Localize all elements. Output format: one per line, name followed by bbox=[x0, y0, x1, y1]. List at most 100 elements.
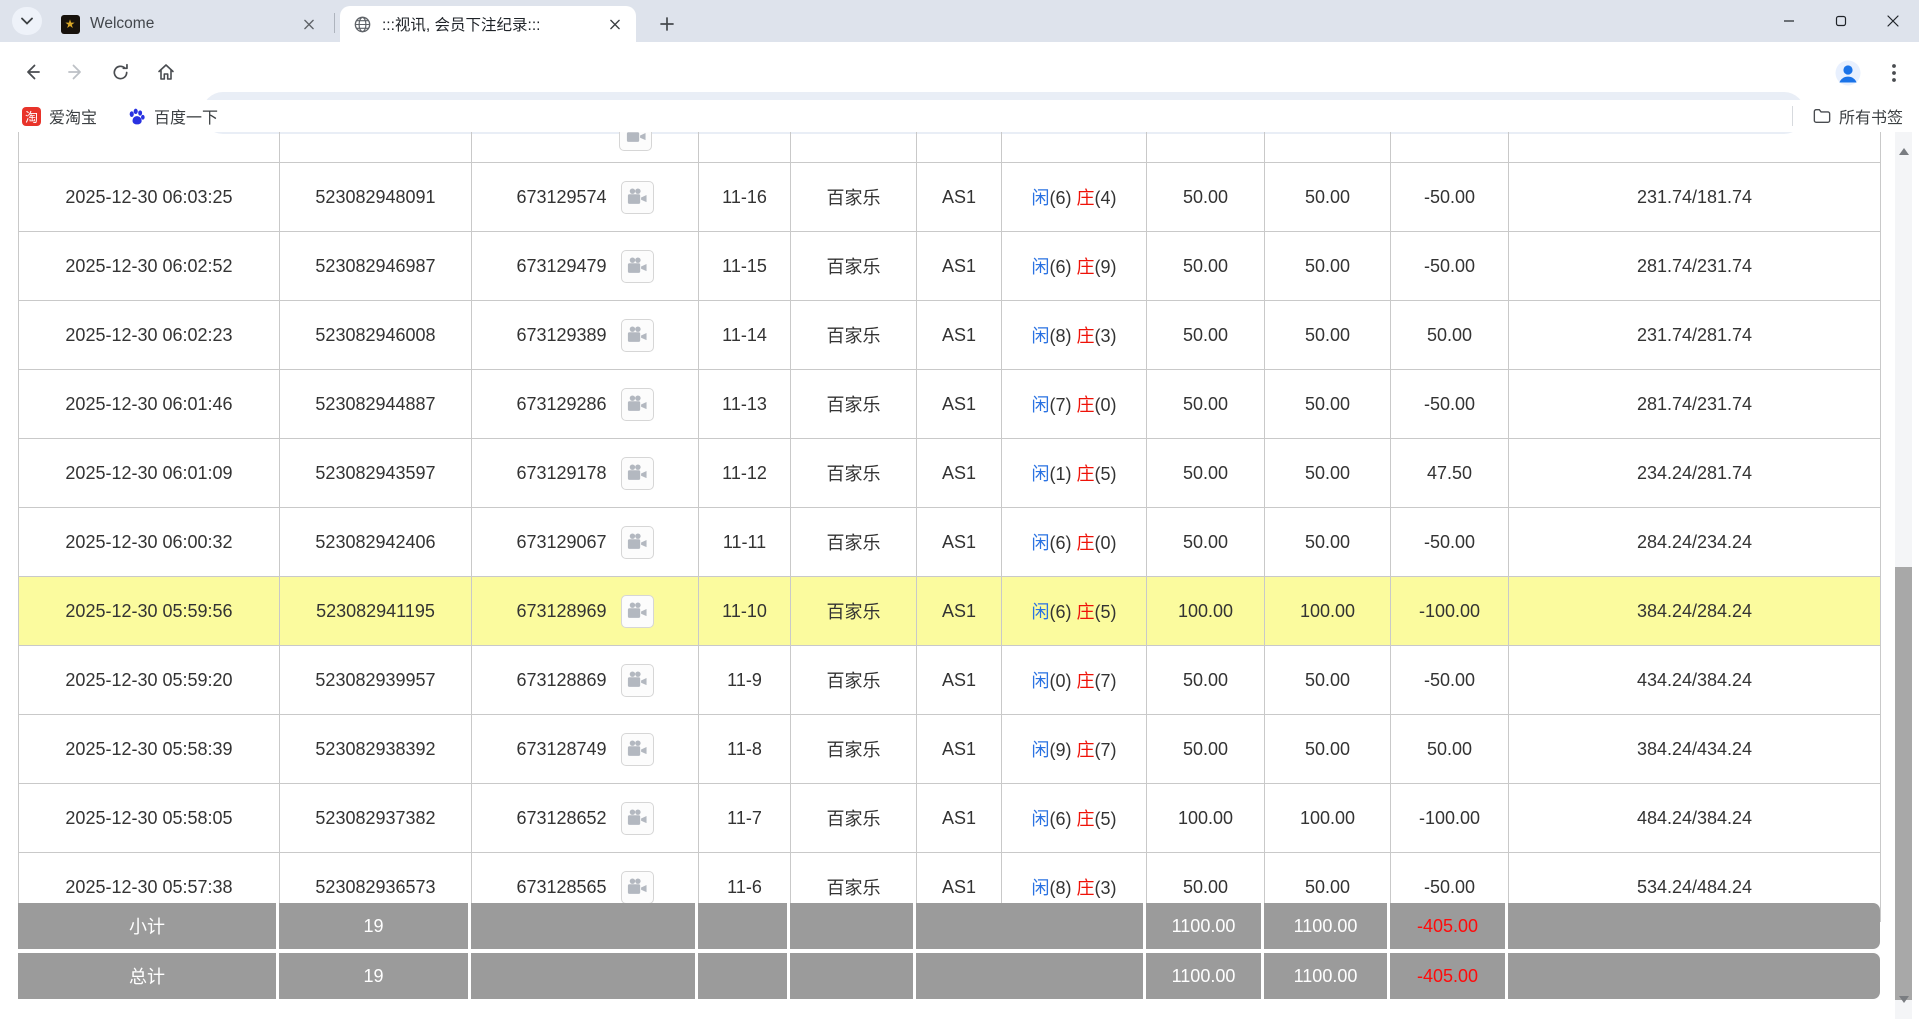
tab-betrecord[interactable]: :::视讯, 会员下注纪录::: bbox=[340, 6, 636, 42]
replay-video-button[interactable] bbox=[621, 181, 654, 214]
tab-close-icon[interactable] bbox=[604, 13, 626, 35]
game-number-text: 673129067 bbox=[516, 532, 606, 553]
banker-label: 庄 bbox=[1077, 257, 1095, 277]
bet-time: 2025-12-30 05:59:56 bbox=[19, 577, 280, 646]
tab-welcome[interactable]: ★ Welcome bbox=[48, 6, 330, 42]
replay-video-button[interactable] bbox=[619, 132, 652, 151]
bet-amount: 50.00 bbox=[1147, 301, 1265, 370]
bet-amount: 100.00 bbox=[1147, 784, 1265, 853]
partial-row-cell bbox=[1391, 132, 1509, 163]
scroll-down-icon[interactable] bbox=[1895, 1002, 1912, 1019]
maximize-icon[interactable] bbox=[1815, 0, 1867, 42]
bet-id: 523082937382 bbox=[280, 784, 472, 853]
game-number-text: 673129574 bbox=[516, 187, 606, 208]
bet-id: 523082942406 bbox=[280, 508, 472, 577]
replay-video-icon bbox=[625, 132, 647, 145]
replay-video-button[interactable] bbox=[621, 457, 654, 490]
round-number: 11-12 bbox=[699, 439, 791, 508]
valid-amount: 50.00 bbox=[1265, 232, 1391, 301]
scroll-up-icon[interactable] bbox=[1895, 132, 1912, 149]
banker-points: (5) bbox=[1095, 602, 1117, 622]
bet-row-highlighted: 2025-12-30 05:59:56523082941195673128969… bbox=[19, 577, 1881, 646]
game-name: 百家乐 bbox=[791, 370, 917, 439]
back-button[interactable] bbox=[14, 54, 50, 90]
bet-row: 2025-12-30 06:03:25523082948091673129574… bbox=[19, 163, 1881, 232]
replay-video-button[interactable] bbox=[621, 595, 654, 628]
new-tab-button[interactable] bbox=[652, 9, 682, 39]
bet-detail: 闲(8) 庄(3) bbox=[1002, 301, 1147, 370]
browser-menu-icon[interactable] bbox=[1876, 55, 1912, 91]
replay-video-button[interactable] bbox=[621, 733, 654, 766]
bookmark-aitaobao[interactable]: 淘 爱淘宝 bbox=[14, 101, 105, 131]
bet-detail: 闲(6) 庄(9) bbox=[1002, 232, 1147, 301]
scrollbar-thumb[interactable] bbox=[1895, 567, 1912, 1000]
game-name: 百家乐 bbox=[791, 163, 917, 232]
player-points: (8) bbox=[1050, 878, 1077, 898]
subtotal-empty bbox=[916, 903, 1146, 949]
forward-button[interactable] bbox=[58, 54, 94, 90]
banker-label: 庄 bbox=[1077, 533, 1095, 553]
bet-table-body: 2025-12-30 06:03:25523082948091673129574… bbox=[19, 132, 1881, 922]
bet-id: 523082943597 bbox=[280, 439, 472, 508]
replay-video-button[interactable] bbox=[621, 319, 654, 352]
bet-time: 2025-12-30 06:02:23 bbox=[19, 301, 280, 370]
minimize-icon[interactable] bbox=[1763, 0, 1815, 42]
banker-label: 庄 bbox=[1077, 326, 1095, 346]
balance: 231.74/281.74 bbox=[1509, 301, 1881, 370]
valid-amount: 50.00 bbox=[1265, 715, 1391, 784]
replay-video-button[interactable] bbox=[621, 802, 654, 835]
profile-avatar-icon[interactable] bbox=[1828, 53, 1868, 93]
player-points: (9) bbox=[1050, 740, 1077, 760]
replay-video-button[interactable] bbox=[621, 526, 654, 559]
bet-time: 2025-12-30 06:01:09 bbox=[19, 439, 280, 508]
table-number: AS1 bbox=[917, 508, 1002, 577]
back-arrow-icon bbox=[22, 62, 42, 82]
bet-amount: 50.00 bbox=[1147, 508, 1265, 577]
subtotal-valid-amount: 1100.00 bbox=[1264, 903, 1390, 949]
bookmarks-separator bbox=[1792, 106, 1793, 126]
valid-amount: 50.00 bbox=[1265, 439, 1391, 508]
replay-video-button[interactable] bbox=[621, 664, 654, 697]
banker-points: (3) bbox=[1095, 878, 1117, 898]
tab-close-icon[interactable] bbox=[298, 13, 320, 35]
partial-row-cell bbox=[472, 132, 699, 163]
globe-icon bbox=[352, 14, 372, 34]
win-loss: -50.00 bbox=[1391, 232, 1509, 301]
bet-row: 2025-12-30 06:01:09523082943597673129178… bbox=[19, 439, 1881, 508]
player-label: 闲 bbox=[1032, 878, 1050, 898]
game-number-text: 673128969 bbox=[516, 601, 606, 622]
vertical-scrollbar[interactable] bbox=[1895, 132, 1912, 1019]
home-button[interactable] bbox=[148, 54, 184, 90]
banker-label: 庄 bbox=[1077, 671, 1095, 691]
partial-row-cell bbox=[1509, 132, 1881, 163]
tab-search-button[interactable] bbox=[12, 7, 42, 35]
valid-amount: 50.00 bbox=[1265, 163, 1391, 232]
partial-row-cell bbox=[917, 132, 1002, 163]
game-name: 百家乐 bbox=[791, 577, 917, 646]
game-number: 673129479 bbox=[472, 232, 699, 301]
replay-video-button[interactable] bbox=[621, 250, 654, 283]
bet-id: 523082938392 bbox=[280, 715, 472, 784]
balance: 281.74/231.74 bbox=[1509, 370, 1881, 439]
browser-toolbar: videoie.com/ipl/portal.php/game/betrecor… bbox=[0, 42, 1919, 100]
subtotal-count: 19 bbox=[279, 903, 471, 949]
bookmark-baidu[interactable]: 百度一下 bbox=[119, 101, 226, 131]
subtotal-empty bbox=[471, 903, 698, 949]
game-name: 百家乐 bbox=[791, 508, 917, 577]
all-bookmarks-button[interactable]: 所有书签 bbox=[1805, 101, 1911, 131]
reload-button[interactable] bbox=[102, 54, 138, 90]
close-window-icon[interactable] bbox=[1867, 0, 1919, 42]
player-points: (6) bbox=[1050, 602, 1077, 622]
player-label: 闲 bbox=[1032, 257, 1050, 277]
bet-id: 523082948091 bbox=[280, 163, 472, 232]
win-loss: -50.00 bbox=[1391, 163, 1509, 232]
partial-row-cell bbox=[280, 132, 472, 163]
bet-amount: 50.00 bbox=[1147, 163, 1265, 232]
replay-video-button[interactable] bbox=[621, 388, 654, 421]
bet-row: 2025-12-30 06:02:23523082946008673129389… bbox=[19, 301, 1881, 370]
total-empty bbox=[471, 953, 698, 999]
round-number: 11-15 bbox=[699, 232, 791, 301]
game-name: 百家乐 bbox=[791, 301, 917, 370]
replay-video-icon bbox=[626, 877, 648, 897]
replay-video-button[interactable] bbox=[621, 871, 654, 904]
